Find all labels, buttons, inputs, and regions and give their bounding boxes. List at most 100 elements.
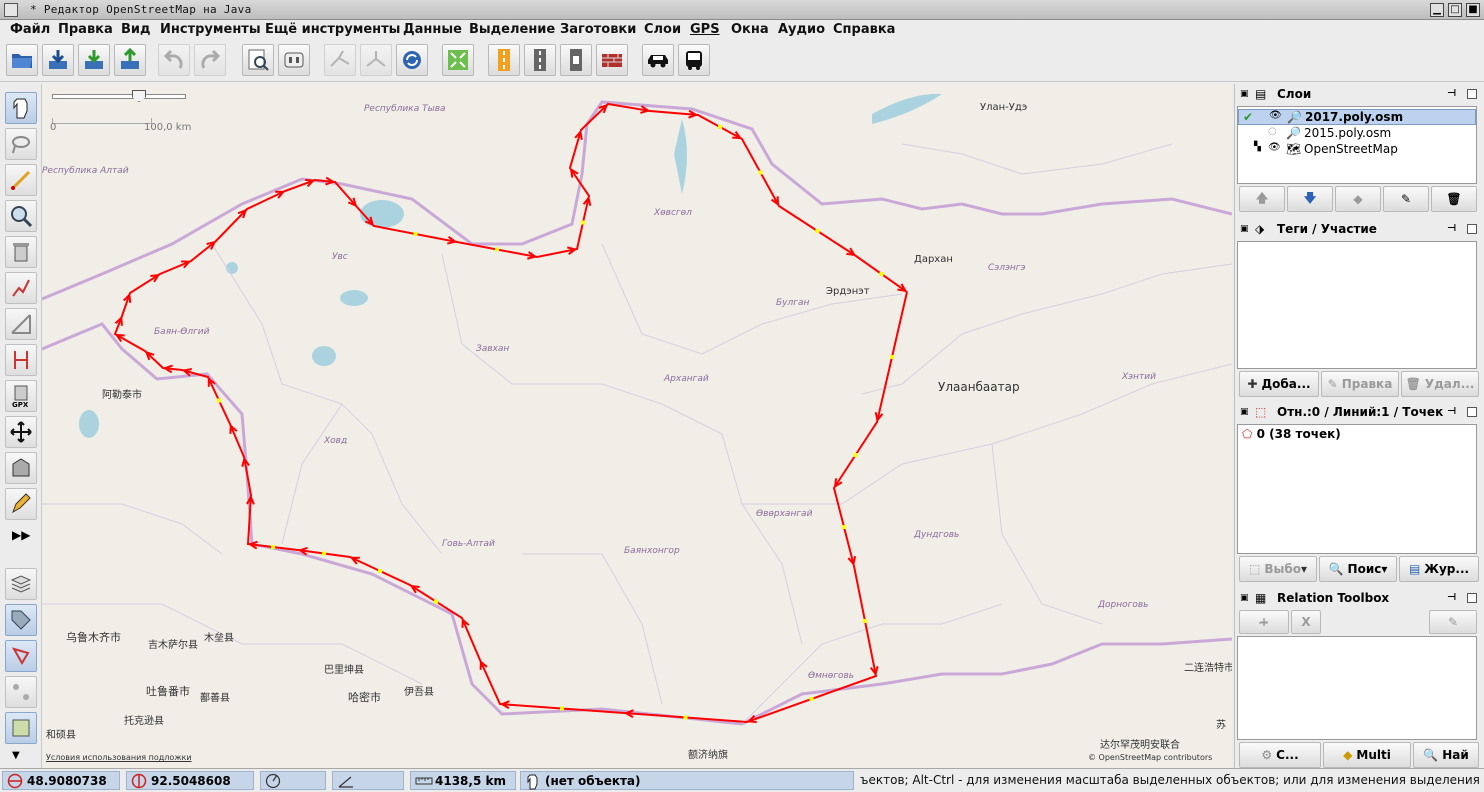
midpoint-marker[interactable] [683, 715, 688, 720]
menu-tools[interactable]: Инструменты [160, 22, 261, 37]
midpoint-marker[interactable] [217, 398, 221, 403]
download-icon[interactable] [42, 44, 74, 76]
map-canvas[interactable] [42, 84, 1232, 768]
relation-toolbox-toggle-icon[interactable] [5, 712, 37, 744]
pin-icon[interactable]: ⊣ [1447, 223, 1456, 234]
menu-help[interactable]: Справка [833, 22, 895, 37]
midpoint-marker[interactable] [271, 545, 275, 549]
midpoint-marker[interactable] [863, 619, 867, 623]
combine-icon[interactable] [360, 44, 392, 76]
draw-tool-icon[interactable] [5, 164, 37, 196]
delete-layer-button[interactable]: 🗑 [1431, 186, 1477, 212]
remove-member-button[interactable]: X [1291, 610, 1321, 634]
building-tool-icon[interactable] [5, 452, 37, 484]
gpx-tool-icon[interactable]: GPX [5, 380, 37, 412]
road-grey-icon[interactable] [524, 44, 556, 76]
pencil-tool-icon[interactable] [5, 488, 37, 520]
bus-icon[interactable] [678, 44, 710, 76]
split-way-icon[interactable] [324, 44, 356, 76]
tags-table[interactable] [1237, 241, 1477, 369]
close-dialog-icon[interactable] [1467, 593, 1477, 603]
select-button[interactable]: ⬚ Выбо ▾ [1239, 556, 1317, 582]
menu-data[interactable]: Данные [403, 22, 462, 37]
midpoint-marker[interactable] [413, 232, 418, 236]
collapse-icon[interactable]: ▣ [1240, 593, 1249, 603]
midpoint-marker[interactable] [758, 170, 763, 175]
layer-row[interactable]: ▚ 👁 🗺 OpenStreetMap [1238, 142, 1476, 158]
close-button[interactable]: ■ [1466, 3, 1480, 17]
upload-icon[interactable] [114, 44, 146, 76]
maximize-button[interactable]: □ [1448, 3, 1462, 17]
preferences-icon[interactable] [278, 44, 310, 76]
visibility-eye-icon[interactable]: 👁 [1269, 110, 1282, 121]
midpoint-marker[interactable] [853, 453, 858, 457]
multi-button[interactable]: ◆ Multi [1323, 742, 1411, 768]
menu-audio[interactable]: Аудио [778, 22, 825, 37]
pin-icon[interactable]: ⊣ [1447, 592, 1456, 603]
add-tag-button[interactable]: ✚ Доба... [1239, 371, 1319, 397]
visibility-eye-icon[interactable]: 👁 [1268, 142, 1281, 153]
zoom-tool-icon[interactable] [5, 200, 37, 232]
menu-layers[interactable]: Слои [644, 22, 681, 37]
menu-selection[interactable]: Выделение [469, 22, 555, 37]
refresh-icon[interactable] [396, 44, 428, 76]
menu-view[interactable]: Вид [121, 22, 151, 37]
traffic-signal-icon[interactable] [560, 44, 592, 76]
midpoint-marker[interactable] [560, 706, 564, 711]
menu-presets[interactable]: Заготовки [560, 22, 636, 37]
midpoint-marker[interactable] [322, 551, 326, 556]
midpoint-marker[interactable] [842, 525, 846, 529]
zoom-slider-thumb[interactable] [132, 90, 146, 102]
redo-icon[interactable] [194, 44, 226, 76]
car-icon[interactable] [642, 44, 674, 76]
close-dialog-icon[interactable] [1467, 407, 1477, 417]
search-button[interactable]: 🔍 Поис ▾ [1319, 556, 1397, 582]
midpoint-marker[interactable] [434, 599, 438, 604]
move-down-button[interactable]: 🡇 [1287, 186, 1333, 212]
collapse-icon[interactable]: ▣ [1240, 407, 1249, 417]
menu-more-tools[interactable]: Ещё инструменты [265, 22, 400, 37]
add-member-button[interactable]: +̶ [1239, 610, 1289, 634]
minimize-button[interactable]: ▁ [1430, 3, 1444, 17]
midpoint-marker[interactable] [718, 125, 722, 129]
tags-panel-toggle-icon[interactable] [5, 604, 37, 636]
layer-properties-button[interactable]: ✎ [1383, 186, 1429, 212]
menu-edit[interactable]: Правка [58, 22, 113, 37]
road-orange-icon[interactable] [488, 44, 520, 76]
menu-file[interactable]: Файл [10, 22, 50, 37]
delete-tool-icon[interactable] [5, 236, 37, 268]
midpoint-marker[interactable] [378, 569, 382, 573]
midpoint-marker[interactable] [495, 247, 499, 252]
visibility-off-icon[interactable]: ○ [1268, 126, 1277, 137]
extrude-tool-icon[interactable] [5, 344, 37, 376]
collapse-icon[interactable]: ▣ [1240, 224, 1249, 234]
lasso-tool-icon[interactable] [5, 128, 37, 160]
edit-tag-button[interactable]: ✎ Правка [1321, 371, 1399, 397]
more-tools-icon[interactable]: ▶▶ [12, 528, 30, 542]
find-relation-button[interactable]: 🔍 Най [1413, 742, 1479, 768]
layer-row[interactable]: ○ 🔎 2015.poly.osm [1238, 126, 1476, 142]
zoom-fit-icon[interactable] [442, 44, 474, 76]
pin-icon[interactable]: ⊣ [1447, 88, 1456, 99]
menu-windows[interactable]: Окна [731, 22, 769, 37]
list-item[interactable]: ⬠ 0 (38 точек) [1242, 427, 1341, 441]
map-view[interactable]: 0 100,0 km Республика Тыва Республика Ал… [42, 84, 1232, 768]
close-dialog-icon[interactable] [1467, 224, 1477, 234]
menu-gps[interactable]: GPS [690, 22, 720, 37]
move-up-button[interactable]: 🡅 [1239, 186, 1285, 212]
move-tool-icon[interactable] [5, 416, 37, 448]
pin-icon[interactable]: ⊣ [1447, 406, 1456, 417]
create-relation-button[interactable]: ⚙ C... [1239, 742, 1321, 768]
layer-row[interactable]: ✔ 👁 🔎 2017.poly.osm [1238, 109, 1476, 125]
window-menu-icon[interactable] [4, 3, 18, 17]
select-tool-icon[interactable] [5, 92, 37, 124]
midpoint-marker[interactable] [890, 355, 894, 359]
open-icon[interactable] [6, 44, 38, 76]
zoom-preview-icon[interactable] [242, 44, 274, 76]
undo-icon[interactable] [158, 44, 190, 76]
close-dialog-icon[interactable] [1467, 89, 1477, 99]
wall-icon[interactable] [596, 44, 628, 76]
history-button[interactable]: ▤ Жур... [1399, 556, 1479, 582]
layers-panel-toggle-icon[interactable] [5, 568, 37, 600]
selection-panel-toggle-icon[interactable] [5, 640, 37, 672]
